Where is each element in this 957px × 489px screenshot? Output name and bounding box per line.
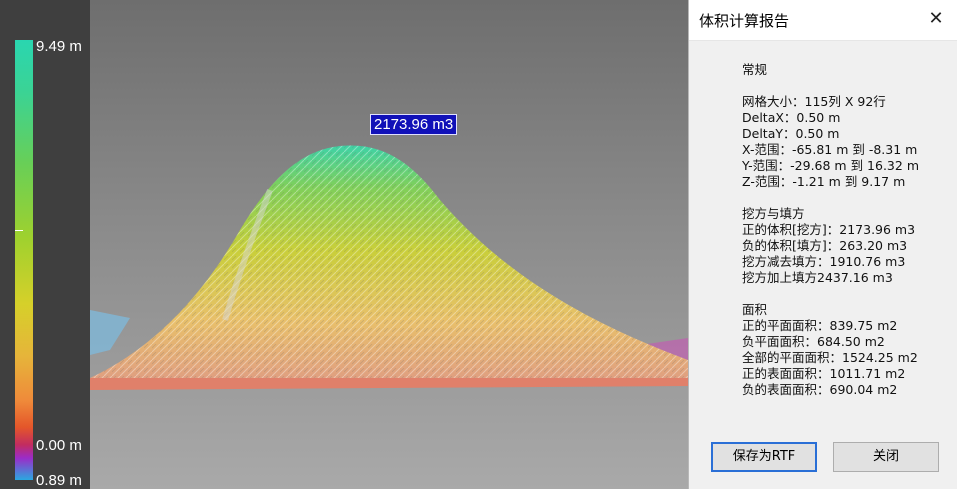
- close-button[interactable]: 关闭: [833, 442, 939, 472]
- report-line: Z-范围：-1.21 m 到 9.17 m: [742, 174, 906, 189]
- scale-tick: [15, 230, 23, 231]
- report-line: DeltaY：0.50 m: [742, 126, 840, 141]
- report-content: 常规 网格大小：115列 X 92行 DeltaX：0.50 m DeltaY：…: [742, 62, 919, 398]
- close-icon[interactable]: ✕: [925, 8, 947, 30]
- report-line: DeltaX：0.50 m: [742, 110, 841, 125]
- 3d-viewport[interactable]: 2173.96 m3 9.49 m 0.00 m 0.89 m: [0, 0, 688, 489]
- color-scale-bar: [15, 40, 33, 480]
- report-line: 挖方加上填方2437.16 m3: [742, 270, 893, 285]
- report-section-cut-fill: 挖方与填方 正的体积[挖方]：2173.96 m3 负的体积[填方]：263.2…: [742, 206, 919, 286]
- report-line: 负的表面面积：690.04 m2: [742, 382, 898, 397]
- scale-max-label: 9.49 m: [36, 38, 82, 55]
- report-line: X-范围：-65.81 m 到 -8.31 m: [742, 142, 918, 157]
- dialog-titlebar: 体积计算报告 ✕: [689, 0, 957, 41]
- section-title: 面积: [742, 302, 768, 317]
- volume-report-dialog: 体积计算报告 ✕ 常规 网格大小：115列 X 92行 DeltaX：0.50 …: [688, 0, 957, 489]
- save-rtf-button[interactable]: 保存为RTF: [711, 442, 817, 472]
- dialog-title: 体积计算报告: [699, 12, 790, 30]
- report-section-area: 面积 正的平面面积：839.75 m2 负平面面积：684.50 m2 全部的平…: [742, 302, 919, 398]
- report-line: 网格大小：115列 X 92行: [742, 94, 886, 109]
- section-title: 挖方与填方: [742, 206, 805, 221]
- report-line: 负平面面积：684.50 m2: [742, 334, 885, 349]
- report-line: 全部的平面面积：1524.25 m2: [742, 350, 918, 365]
- report-line: Y-范围：-29.68 m 到 16.32 m: [742, 158, 919, 173]
- scale-zero-label: 0.00 m: [36, 437, 82, 454]
- report-section-general: 常规 网格大小：115列 X 92行 DeltaX：0.50 m DeltaY：…: [742, 62, 919, 190]
- report-line: 正的体积[挖方]：2173.96 m3: [742, 222, 916, 237]
- terrain-mound: [90, 145, 688, 390]
- terrain-base-edge-left: [90, 310, 130, 355]
- section-title: 常规: [742, 62, 768, 77]
- color-scale-panel: 9.49 m 0.00 m 0.89 m: [0, 0, 90, 489]
- report-line: 负的体积[填方]：263.20 m3: [742, 238, 908, 253]
- report-line: 正的平面面积：839.75 m2: [742, 318, 898, 333]
- report-line: 挖方减去填方：1910.76 m3: [742, 254, 906, 269]
- volume-label: 2173.96 m3: [370, 114, 458, 135]
- terrain-mesh: [90, 145, 688, 378]
- report-line: 正的表面面积：1011.71 m2: [742, 366, 906, 381]
- scale-min-label: 0.89 m: [36, 472, 82, 489]
